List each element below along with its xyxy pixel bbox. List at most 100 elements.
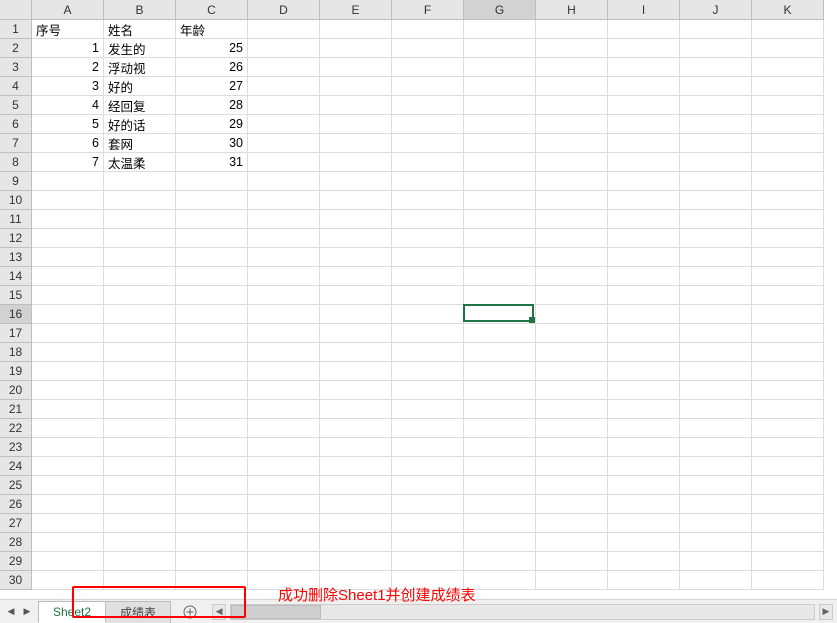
cell-F22[interactable] bbox=[392, 419, 464, 438]
cell-F5[interactable] bbox=[392, 96, 464, 115]
cell-G4[interactable] bbox=[464, 77, 536, 96]
cell-K22[interactable] bbox=[752, 419, 824, 438]
cell-A17[interactable] bbox=[32, 324, 104, 343]
cell-H11[interactable] bbox=[536, 210, 608, 229]
cell-F13[interactable] bbox=[392, 248, 464, 267]
cell-G24[interactable] bbox=[464, 457, 536, 476]
cell-J26[interactable] bbox=[680, 495, 752, 514]
cell-F4[interactable] bbox=[392, 77, 464, 96]
row-header-28[interactable]: 28 bbox=[0, 533, 32, 552]
cell-F6[interactable] bbox=[392, 115, 464, 134]
cell-A19[interactable] bbox=[32, 362, 104, 381]
cell-K7[interactable] bbox=[752, 134, 824, 153]
cell-D3[interactable] bbox=[248, 58, 320, 77]
cell-F27[interactable] bbox=[392, 514, 464, 533]
tab-prev-icon[interactable]: ◀ bbox=[4, 602, 18, 622]
cell-G30[interactable] bbox=[464, 571, 536, 590]
cell-C25[interactable] bbox=[176, 476, 248, 495]
cell-K26[interactable] bbox=[752, 495, 824, 514]
cell-B2[interactable]: 发生的 bbox=[104, 39, 176, 58]
cell-C24[interactable] bbox=[176, 457, 248, 476]
cell-G15[interactable] bbox=[464, 286, 536, 305]
cell-K23[interactable] bbox=[752, 438, 824, 457]
cell-C14[interactable] bbox=[176, 267, 248, 286]
cell-C21[interactable] bbox=[176, 400, 248, 419]
cell-B16[interactable] bbox=[104, 305, 176, 324]
cell-H23[interactable] bbox=[536, 438, 608, 457]
cell-H3[interactable] bbox=[536, 58, 608, 77]
cell-I1[interactable] bbox=[608, 20, 680, 39]
cell-G28[interactable] bbox=[464, 533, 536, 552]
cell-G22[interactable] bbox=[464, 419, 536, 438]
row-header-25[interactable]: 25 bbox=[0, 476, 32, 495]
cell-H29[interactable] bbox=[536, 552, 608, 571]
cell-area[interactable]: 序号姓名年龄1发生的252浮动视263好的274经回复285好的话296套网30… bbox=[32, 20, 837, 599]
cell-C23[interactable] bbox=[176, 438, 248, 457]
row-header-16[interactable]: 16 bbox=[0, 305, 32, 324]
cell-C12[interactable] bbox=[176, 229, 248, 248]
cell-J23[interactable] bbox=[680, 438, 752, 457]
cell-I9[interactable] bbox=[608, 172, 680, 191]
cell-H12[interactable] bbox=[536, 229, 608, 248]
cell-A8[interactable]: 7 bbox=[32, 153, 104, 172]
cell-B28[interactable] bbox=[104, 533, 176, 552]
cell-F23[interactable] bbox=[392, 438, 464, 457]
col-header-F[interactable]: F bbox=[392, 0, 464, 20]
cell-A23[interactable] bbox=[32, 438, 104, 457]
cell-J11[interactable] bbox=[680, 210, 752, 229]
cell-A6[interactable]: 5 bbox=[32, 115, 104, 134]
cell-E29[interactable] bbox=[320, 552, 392, 571]
cell-E20[interactable] bbox=[320, 381, 392, 400]
cell-D19[interactable] bbox=[248, 362, 320, 381]
cell-H28[interactable] bbox=[536, 533, 608, 552]
cell-J25[interactable] bbox=[680, 476, 752, 495]
cell-H21[interactable] bbox=[536, 400, 608, 419]
cell-E14[interactable] bbox=[320, 267, 392, 286]
cell-C27[interactable] bbox=[176, 514, 248, 533]
cell-C7[interactable]: 30 bbox=[176, 134, 248, 153]
cell-J9[interactable] bbox=[680, 172, 752, 191]
hscroll-right-icon[interactable]: ▶ bbox=[819, 604, 833, 620]
cell-E13[interactable] bbox=[320, 248, 392, 267]
cell-A9[interactable] bbox=[32, 172, 104, 191]
cell-I25[interactable] bbox=[608, 476, 680, 495]
cell-B13[interactable] bbox=[104, 248, 176, 267]
cell-I2[interactable] bbox=[608, 39, 680, 58]
cell-K1[interactable] bbox=[752, 20, 824, 39]
cell-E10[interactable] bbox=[320, 191, 392, 210]
cell-G5[interactable] bbox=[464, 96, 536, 115]
cell-C3[interactable]: 26 bbox=[176, 58, 248, 77]
cell-A7[interactable]: 6 bbox=[32, 134, 104, 153]
cell-D23[interactable] bbox=[248, 438, 320, 457]
cell-A5[interactable]: 4 bbox=[32, 96, 104, 115]
cell-D25[interactable] bbox=[248, 476, 320, 495]
cell-H10[interactable] bbox=[536, 191, 608, 210]
cell-A10[interactable] bbox=[32, 191, 104, 210]
row-header-3[interactable]: 3 bbox=[0, 58, 32, 77]
row-header-11[interactable]: 11 bbox=[0, 210, 32, 229]
cell-E17[interactable] bbox=[320, 324, 392, 343]
cell-K12[interactable] bbox=[752, 229, 824, 248]
cell-K24[interactable] bbox=[752, 457, 824, 476]
cell-K2[interactable] bbox=[752, 39, 824, 58]
cell-C15[interactable] bbox=[176, 286, 248, 305]
cell-I13[interactable] bbox=[608, 248, 680, 267]
cell-I10[interactable] bbox=[608, 191, 680, 210]
cell-F7[interactable] bbox=[392, 134, 464, 153]
cell-D13[interactable] bbox=[248, 248, 320, 267]
cell-H18[interactable] bbox=[536, 343, 608, 362]
cell-E16[interactable] bbox=[320, 305, 392, 324]
cell-A13[interactable] bbox=[32, 248, 104, 267]
cell-B23[interactable] bbox=[104, 438, 176, 457]
cell-D11[interactable] bbox=[248, 210, 320, 229]
cell-E30[interactable] bbox=[320, 571, 392, 590]
cell-F10[interactable] bbox=[392, 191, 464, 210]
cell-E24[interactable] bbox=[320, 457, 392, 476]
cell-B25[interactable] bbox=[104, 476, 176, 495]
cell-D29[interactable] bbox=[248, 552, 320, 571]
hscroll-thumb[interactable] bbox=[231, 605, 321, 619]
cell-I22[interactable] bbox=[608, 419, 680, 438]
cell-H26[interactable] bbox=[536, 495, 608, 514]
cell-D7[interactable] bbox=[248, 134, 320, 153]
cell-G23[interactable] bbox=[464, 438, 536, 457]
